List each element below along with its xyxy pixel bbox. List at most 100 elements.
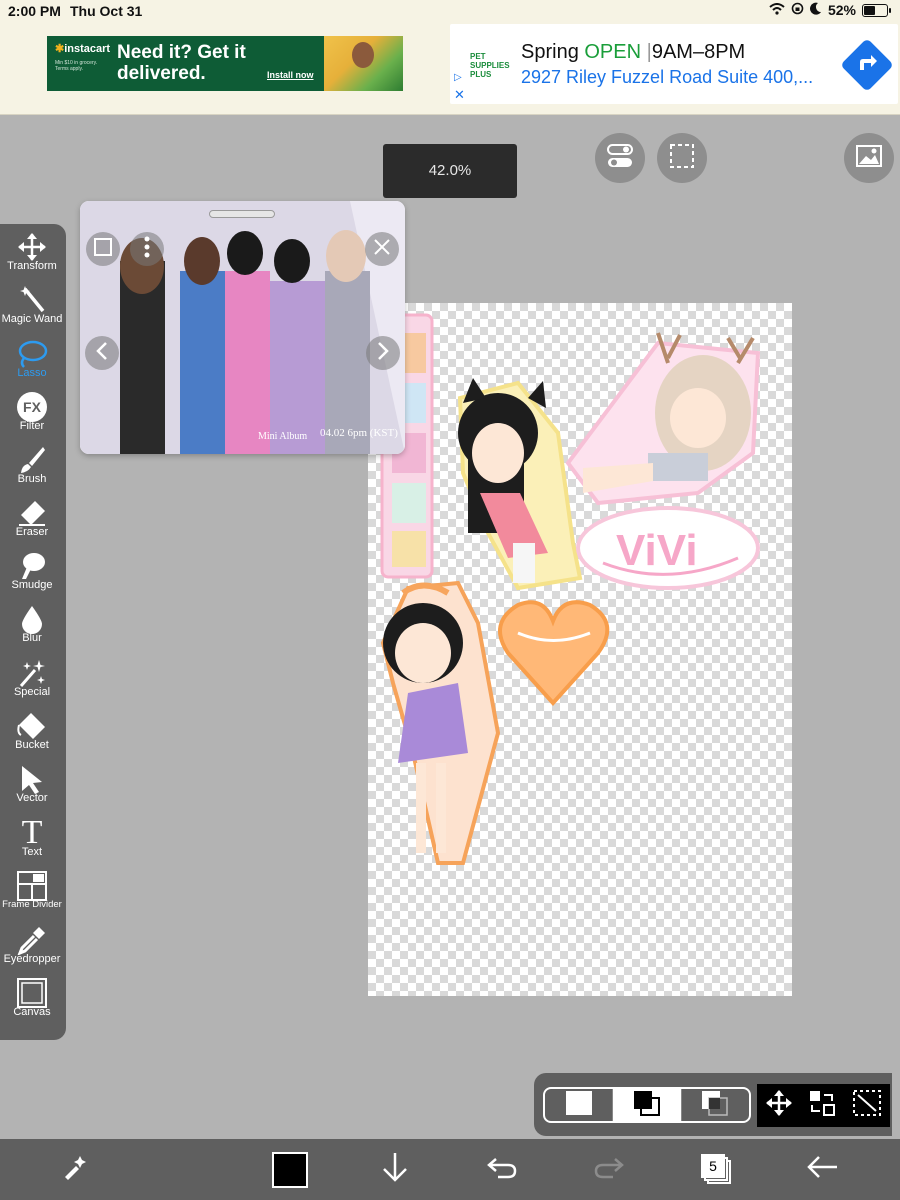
instacart-install-link[interactable]: Install now [267,70,314,80]
tool-text[interactable]: T Text [0,814,64,867]
chevron-right-icon [376,341,390,366]
status-bar: 2:00 PM Thu Oct 31 52% [0,0,900,22]
layer-count: 5 [701,1153,725,1178]
layer-mode-white[interactable] [545,1089,614,1121]
reference-next-button[interactable] [366,336,400,370]
frame-divider-icon [0,867,64,901]
back-button[interactable] [798,1139,848,1200]
status-right: 52% [769,2,891,18]
tool-vector[interactable]: Vector [0,760,64,813]
eraser-icon [0,494,64,526]
instacart-logo: ✱instacart [55,43,111,55]
text-icon-glyph: T [21,814,43,851]
battery-icon [862,3,891,17]
clip-squares-icon [700,1089,730,1121]
instacart-ad[interactable]: ✱instacart Min $10 in grocery. Terms app… [47,36,403,91]
status-time: 2:00 PM [8,3,61,19]
toggle-button[interactable] [595,133,645,183]
moon-icon [809,2,822,18]
tool-bucket[interactable]: Bucket [0,707,64,760]
layers-icon: 5 [701,1153,733,1186]
layer-mode-clip[interactable] [682,1089,749,1121]
move-icon[interactable] [765,1089,793,1122]
blur-icon [0,600,64,634]
directions-icon [854,48,882,82]
close-icon [373,238,391,261]
tool-special[interactable]: Special [0,654,64,707]
text-icon: T [0,814,64,851]
transform-icon [0,228,64,261]
reference-caption-album: Mini Album [258,431,308,442]
layers-button[interactable]: 5 [692,1139,742,1200]
magic-wand-icon [0,281,64,313]
reference-window-handle[interactable] [209,210,275,218]
reference-prev-button[interactable] [85,336,119,370]
tool-smudge[interactable]: Smudge [0,547,64,600]
instacart-headline: Need it? Get it delivered. [117,42,246,84]
zoom-level-indicator: 42.0% [383,144,517,198]
purple-dress-girl-sticker [380,580,501,865]
white-square-icon [565,1090,593,1121]
tool-brush[interactable]: Brush [0,441,64,494]
eyedropper-icon [0,921,64,955]
reference-menu-button[interactable] [130,232,164,266]
deer-girl-sticker [565,332,761,506]
pet-supplies-ad[interactable]: PET SUPPLIES PLUS Spring OPEN |9AM–8PM 2… [450,24,898,104]
reference-window[interactable]: Mini Album 04.02 6pm (KST) [80,201,405,454]
redo-button[interactable] [584,1139,634,1200]
reference-caption-date: 04.02 6pm (KST) [320,427,398,439]
status-date: Thu Oct 31 [70,3,143,19]
canvas-icon [0,974,64,1008]
battery-fill [864,5,875,15]
special-icon [0,654,64,687]
tool-transform[interactable]: Transform [0,228,64,281]
reference-close-button[interactable] [365,232,399,266]
more-vertical-icon [144,236,150,263]
download-icon [381,1151,409,1188]
pink-lettering-sticker: ViVi [576,506,760,590]
canvas-artwork: ViVi [380,313,761,865]
tool-eyedropper[interactable]: Eyedropper [0,921,64,974]
tool-blur[interactable]: Blur [0,600,64,653]
color-swatch-button[interactable] [265,1139,315,1200]
marquee-transform-icon[interactable] [852,1089,882,1122]
tool-magic-wand[interactable]: Magic Wand [0,281,64,334]
layer-mode-selector [543,1087,751,1123]
image-icon [855,144,883,173]
tool-lasso[interactable]: Lasso [0,335,64,388]
drawing-canvas[interactable]: ViVi [368,303,792,996]
undo-button[interactable] [477,1139,527,1200]
swap-transform-icon[interactable] [808,1089,836,1122]
overlap-squares-icon [632,1089,662,1121]
square-icon [93,237,113,262]
tool-panel: Transform Magic Wand Lasso FX Filter Bru… [0,224,66,1040]
reference-frame-button[interactable] [86,232,120,266]
ad-close-icon[interactable]: ✕ [454,87,465,103]
color-swatch [272,1151,308,1188]
reference-photo [80,201,405,454]
tool-filter[interactable]: FX Filter [0,388,64,441]
store-status: OPEN [584,41,642,63]
chevron-left-icon [95,341,109,366]
filter-icon: FX [0,388,64,422]
selection-button[interactable] [657,133,707,183]
tool-canvas[interactable]: Canvas [0,974,64,1027]
ad-banner-bar: ✱instacart Min $10 in grocery. Terms app… [0,22,900,115]
filter-icon-text: FX [17,392,47,422]
tool-eraser[interactable]: Eraser [0,494,64,547]
redo-icon [593,1155,625,1184]
tool-frame-divider[interactable]: Frame Divider [0,867,64,920]
selection-tools [757,1084,890,1127]
ad-choices-icon[interactable]: ▷ [454,72,462,83]
vector-icon [0,760,64,794]
instacart-fine-print: Min $10 in grocery. Terms apply. [55,60,98,72]
quick-menu-button[interactable] [50,1139,100,1200]
bucket-icon [0,707,64,739]
pet-supplies-logo: PET SUPPLIES PLUS [470,52,510,79]
heart-sticker [498,600,610,706]
layer-mode-overlap[interactable] [613,1089,682,1121]
orientation-lock-icon [791,2,804,18]
store-address[interactable]: 2927 Riley Fuzzel Road Suite 400,... [521,67,813,88]
download-button[interactable] [370,1139,420,1200]
image-button[interactable] [844,133,894,183]
